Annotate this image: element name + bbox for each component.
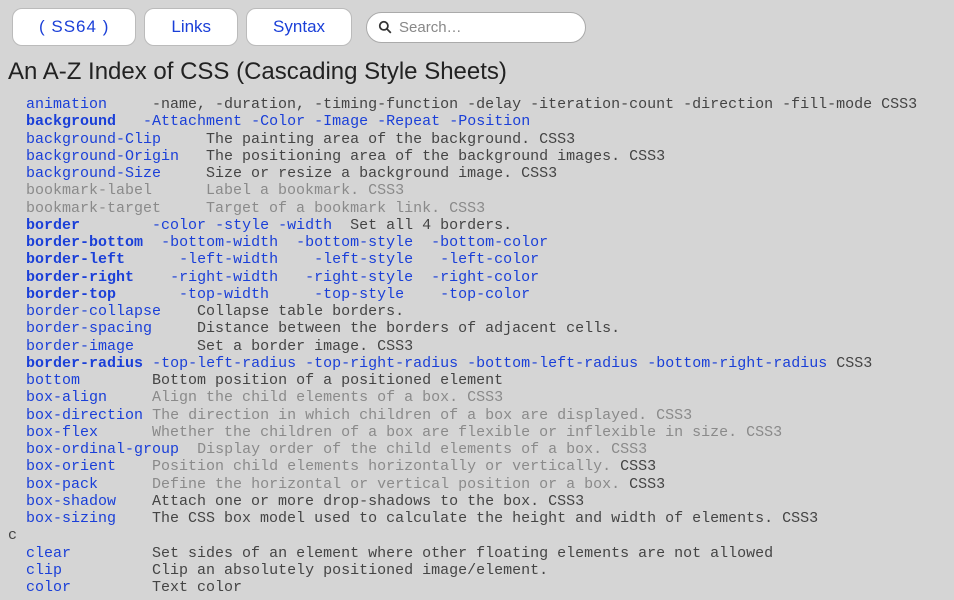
property-link[interactable]: box-direction <box>26 407 143 424</box>
property-link[interactable]: border <box>26 217 80 234</box>
property-link[interactable]: -top-color <box>440 286 530 303</box>
property-link[interactable]: bottom <box>26 372 80 389</box>
property-link[interactable]: border-spacing <box>26 320 152 337</box>
property-link[interactable]: -top-width <box>179 286 269 303</box>
description-text: Bottom position of a positioned element <box>80 372 503 389</box>
property-link[interactable]: -top-left-radius <box>152 355 296 372</box>
property-link[interactable]: box-ordinal-group <box>26 441 179 458</box>
search-input[interactable] <box>366 12 586 43</box>
property-link[interactable]: clear <box>26 545 71 562</box>
property-link[interactable]: animation <box>26 96 107 113</box>
section-letter: c <box>8 527 17 544</box>
property-link[interactable]: -Attachment <box>143 113 242 130</box>
property-link[interactable]: -bottom-right-radius <box>647 355 827 372</box>
page-title: An A-Z Index of CSS (Cascading Style She… <box>8 58 954 86</box>
description-text: CSS3 <box>611 458 656 475</box>
description-text: CSS3 <box>620 476 665 493</box>
description-text: The CSS box model used to calculate the … <box>116 510 818 527</box>
muted-text: bookmark-target Target of a bookmark lin… <box>26 200 485 217</box>
property-link[interactable]: -Repeat <box>377 113 440 130</box>
description-text: Attach one or more drop-shadows to the b… <box>116 493 584 510</box>
property-link[interactable]: -width <box>278 217 332 234</box>
muted-text: bookmark-label Label a bookmark. CSS3 <box>26 182 404 199</box>
muted-text: Position child elements horizontally or … <box>152 458 611 475</box>
property-link[interactable]: -left-color <box>440 251 539 268</box>
property-link[interactable]: -bottom-width <box>161 234 278 251</box>
property-link[interactable]: box-pack <box>26 476 98 493</box>
property-link[interactable]: background-Size <box>26 165 161 182</box>
property-link[interactable]: -right-color <box>431 269 539 286</box>
property-link[interactable]: -right-style <box>305 269 413 286</box>
property-link[interactable]: box-shadow <box>26 493 116 510</box>
property-link[interactable]: border-left <box>26 251 125 268</box>
syntax-button[interactable]: Syntax <box>246 8 352 46</box>
description-text: Collapse table borders. <box>161 303 404 320</box>
property-index: animation -name, -duration, -timing-func… <box>8 96 954 596</box>
links-button[interactable]: Links <box>144 8 238 46</box>
description-text: Set sides of an element where other floa… <box>71 545 773 562</box>
property-link[interactable]: -Image <box>314 113 368 130</box>
property-link[interactable]: box-orient <box>26 458 116 475</box>
property-link[interactable]: clip <box>26 562 62 579</box>
brand-button[interactable]: ( SS64 ) <box>12 8 136 46</box>
property-link[interactable]: background-Origin <box>26 148 179 165</box>
description-text: Text color <box>71 579 242 596</box>
property-link[interactable]: -left-width <box>179 251 278 268</box>
property-link[interactable]: box-flex <box>26 424 98 441</box>
muted-text: Align the child elements of a box. CSS3 <box>152 389 503 406</box>
property-link[interactable]: background-Clip <box>26 131 161 148</box>
property-link[interactable]: border-collapse <box>26 303 161 320</box>
property-link[interactable]: border-radius <box>26 355 143 372</box>
description-text: Set a border image. CSS3 <box>134 338 413 355</box>
property-link[interactable]: border-image <box>26 338 134 355</box>
muted-text: Display order of the child elements of a… <box>197 441 647 458</box>
property-link[interactable]: box-align <box>26 389 107 406</box>
property-link[interactable]: -color <box>152 217 206 234</box>
description-text: Clip an absolutely positioned image/elem… <box>62 562 548 579</box>
property-link[interactable]: background <box>26 113 116 130</box>
search-wrap <box>366 12 586 43</box>
property-link[interactable]: -bottom-left-radius <box>467 355 638 372</box>
description-text: The positioning area of the background i… <box>179 148 665 165</box>
muted-text: Define the horizontal or vertical positi… <box>152 476 620 493</box>
property-link[interactable]: border-top <box>26 286 116 303</box>
muted-text: The direction in which children of a box… <box>152 407 692 424</box>
description-text: Set all 4 borders. <box>332 217 512 234</box>
description-text: Distance between the borders of adjacent… <box>152 320 620 337</box>
top-nav: ( SS64 ) Links Syntax <box>0 0 954 54</box>
description-text: -name, -duration, -timing-function -dela… <box>107 96 917 113</box>
description-text: CSS3 <box>827 355 872 372</box>
property-link[interactable]: -left-style <box>314 251 413 268</box>
property-link[interactable]: -Position <box>449 113 530 130</box>
property-link[interactable]: -style <box>215 217 269 234</box>
property-link[interactable]: color <box>26 579 71 596</box>
description-text: The painting area of the background. CSS… <box>161 131 575 148</box>
property-link[interactable]: -bottom-color <box>431 234 548 251</box>
property-link[interactable]: -bottom-style <box>296 234 413 251</box>
property-link[interactable]: -right-width <box>170 269 278 286</box>
property-link[interactable]: -top-right-radius <box>305 355 458 372</box>
property-link[interactable]: -top-style <box>314 286 404 303</box>
property-link[interactable]: box-sizing <box>26 510 116 527</box>
property-link[interactable]: -Color <box>251 113 305 130</box>
muted-text: Whether the children of a box are flexib… <box>152 424 782 441</box>
property-link[interactable]: border-right <box>26 269 134 286</box>
property-link[interactable]: border-bottom <box>26 234 143 251</box>
description-text: Size or resize a background image. CSS3 <box>161 165 557 182</box>
